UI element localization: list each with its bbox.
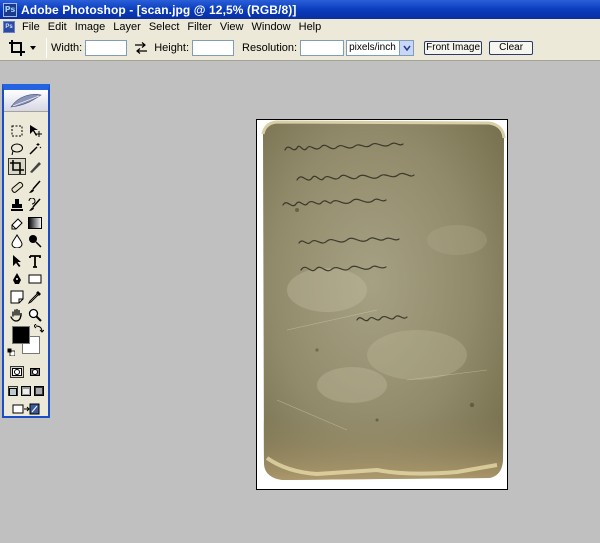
marquee-tool-icon[interactable] xyxy=(8,122,26,139)
resolution-unit-select[interactable]: pixels/inch xyxy=(346,39,415,56)
menu-filter[interactable]: Filter xyxy=(183,21,215,33)
menu-edit[interactable]: Edit xyxy=(44,21,71,33)
width-label: Width: xyxy=(51,41,83,54)
menu-view[interactable]: View xyxy=(216,21,248,33)
magic-wand-icon[interactable] xyxy=(26,140,44,157)
clone-stamp-icon[interactable] xyxy=(8,196,26,213)
tool-preset-picker[interactable] xyxy=(8,38,40,58)
swap-colors-icon[interactable] xyxy=(33,323,45,334)
eraser-tool-icon[interactable] xyxy=(8,214,26,231)
eyedropper-tool-icon[interactable] xyxy=(26,288,44,305)
crop-tool-icon[interactable] xyxy=(8,158,26,175)
pen-tool-icon[interactable] xyxy=(8,270,26,287)
window-title: Adobe Photoshop - [scan.jpg @ 12,5% (RGB… xyxy=(21,2,297,17)
chevron-down-icon xyxy=(399,40,414,55)
healing-brush-icon[interactable] xyxy=(8,178,26,195)
separator xyxy=(46,37,47,58)
chevron-down-icon xyxy=(30,45,36,50)
hand-tool-icon[interactable] xyxy=(8,306,26,323)
swap-arrows-icon[interactable] xyxy=(134,41,148,54)
height-label: Height: xyxy=(154,41,190,54)
path-selection-icon[interactable] xyxy=(8,252,26,269)
document-canvas[interactable] xyxy=(256,119,508,490)
feather-logo[interactable] xyxy=(4,90,48,112)
front-image-button[interactable]: Front Image xyxy=(424,40,483,55)
menu-file[interactable]: File xyxy=(18,21,44,33)
move-tool-icon[interactable] xyxy=(26,122,44,139)
default-colors-icon[interactable] xyxy=(7,347,16,357)
options-bar: Width: Height: Resolution: pixels/inch F… xyxy=(0,35,600,61)
document-menu-icon[interactable]: Ps xyxy=(3,21,15,33)
menu-window[interactable]: Window xyxy=(248,21,295,33)
brush-tool-icon[interactable] xyxy=(26,178,44,195)
dodge-tool-icon[interactable] xyxy=(26,232,44,249)
notes-tool-icon[interactable] xyxy=(8,288,26,305)
menu-select[interactable]: Select xyxy=(145,21,184,33)
height-input[interactable] xyxy=(192,39,235,56)
lasso-tool-icon[interactable] xyxy=(8,140,26,157)
resolution-label: Resolution: xyxy=(242,41,298,54)
type-tool-icon[interactable] xyxy=(26,252,44,269)
menu-layer[interactable]: Layer xyxy=(109,21,145,33)
standard-mode-icon[interactable] xyxy=(10,366,24,378)
rectangle-tool-icon[interactable] xyxy=(26,270,44,287)
menu-help[interactable]: Help xyxy=(295,21,326,33)
title-bar: Ps Adobe Photoshop - [scan.jpg @ 12,5% (… xyxy=(0,0,600,19)
resolution-unit-value: pixels/inch xyxy=(349,42,396,53)
slice-tool-icon[interactable] xyxy=(26,158,44,175)
menu-bar: Ps File Edit Image Layer Select Filter V… xyxy=(0,19,600,35)
toolbox-palette xyxy=(2,84,50,418)
quick-mask-mode-icon[interactable] xyxy=(28,366,42,378)
photoshop-app-icon[interactable]: Ps xyxy=(3,2,17,17)
blur-tool-icon[interactable] xyxy=(8,232,26,249)
crop-icon xyxy=(9,39,25,56)
history-brush-icon[interactable] xyxy=(26,196,44,213)
scanned-document-image xyxy=(261,120,506,480)
full-screen-menu-mode-icon[interactable] xyxy=(21,386,31,396)
clear-button[interactable]: Clear xyxy=(489,40,534,55)
resolution-input[interactable] xyxy=(300,39,345,56)
gradient-tool-icon[interactable] xyxy=(26,214,44,231)
width-input[interactable] xyxy=(85,39,128,56)
zoom-tool-icon[interactable] xyxy=(26,306,44,323)
menu-image[interactable]: Image xyxy=(71,21,110,33)
foreground-color-swatch[interactable] xyxy=(12,326,30,344)
standard-screen-mode-icon[interactable] xyxy=(8,386,18,396)
jump-to-imageready-icon[interactable] xyxy=(10,402,42,416)
full-screen-mode-icon[interactable] xyxy=(34,386,44,396)
